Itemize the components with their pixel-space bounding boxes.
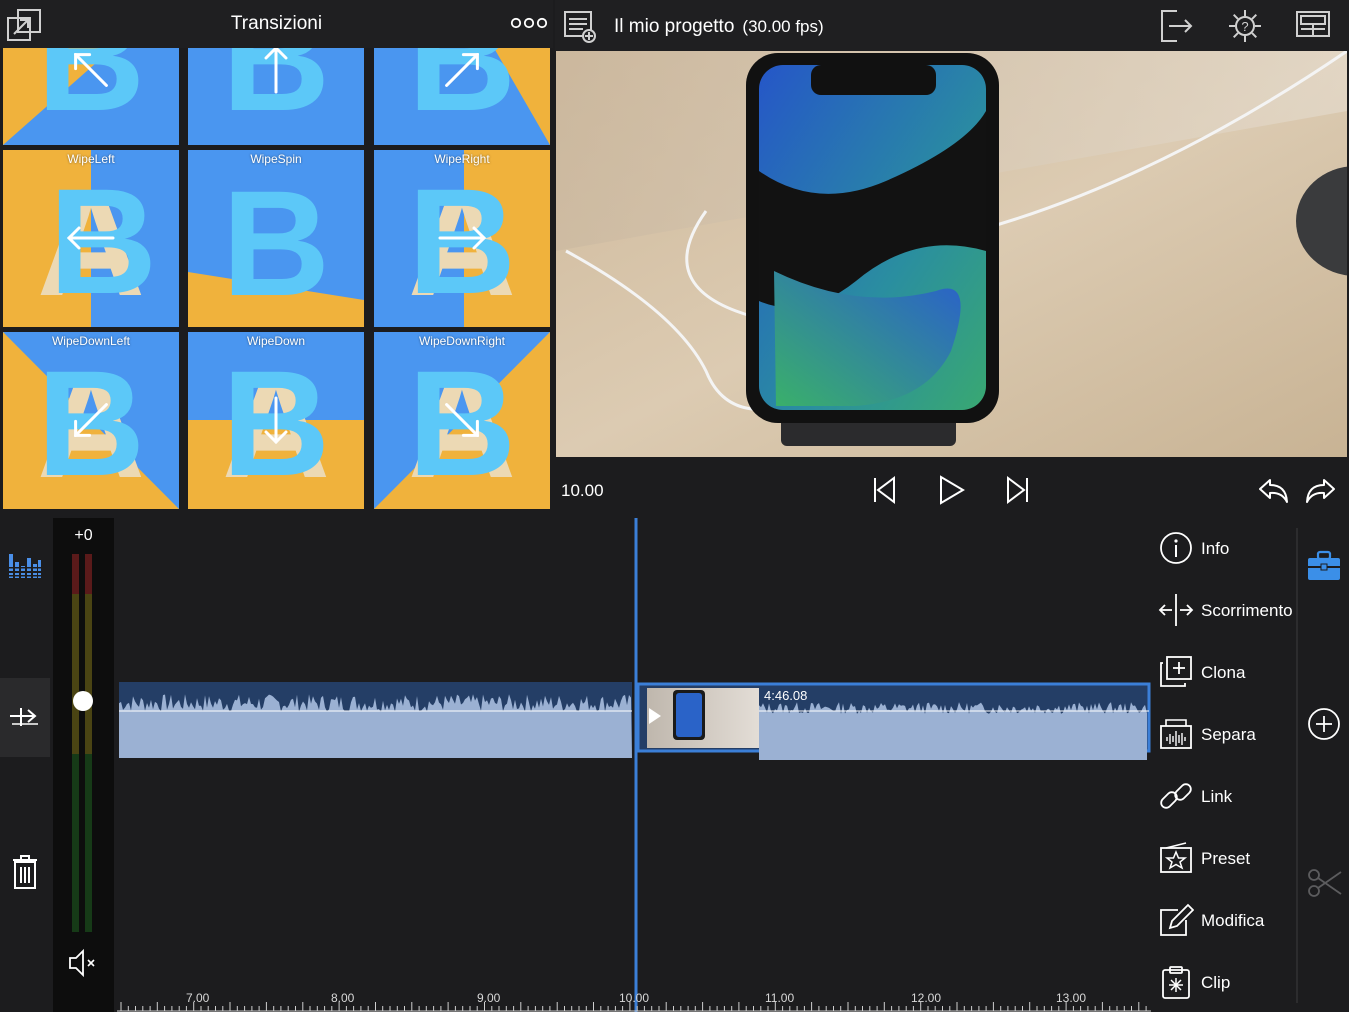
tool-link-label: Link xyxy=(1201,787,1233,806)
transitions-panel: Transizioni B B B AB WipeLeft B WipeSpin A B… xyxy=(0,0,553,512)
tool-split-button[interactable]: Separa xyxy=(1158,714,1300,754)
ruler-label: 8.00 xyxy=(331,991,355,1005)
tool-clone-button[interactable]: Clona xyxy=(1158,652,1300,692)
svg-text:?: ? xyxy=(1241,19,1248,34)
tool-clip-button[interactable]: Clip xyxy=(1158,962,1300,1002)
svg-text:B: B xyxy=(37,48,145,142)
transition-tile-label: WipeSpin xyxy=(250,152,302,166)
transition-tile-wipespin[interactable]: B WipeSpin xyxy=(188,150,364,327)
transition-tile-wipedownright[interactable]: AB WipeDownRight xyxy=(374,332,550,509)
edit-pencil-icon xyxy=(1160,903,1194,936)
slide-icon xyxy=(1158,594,1194,626)
skip-forward-icon[interactable] xyxy=(1004,474,1032,511)
tool-clone-label: Clona xyxy=(1201,663,1246,682)
more-options-icon[interactable] xyxy=(508,12,550,34)
svg-text:B: B xyxy=(408,157,516,325)
clip-duration-label: 4:46.08 xyxy=(764,688,808,703)
tool-info-button[interactable]: Info xyxy=(1158,528,1300,568)
redo-icon[interactable] xyxy=(1304,476,1338,511)
timeline-canvas xyxy=(117,518,1151,1012)
undo-icon[interactable] xyxy=(1256,476,1290,511)
svg-text:B: B xyxy=(408,48,516,142)
volume-meter xyxy=(72,554,92,932)
svg-text:B: B xyxy=(222,159,330,327)
play-icon[interactable] xyxy=(936,474,966,511)
split-icon xyxy=(1160,719,1192,749)
info-icon xyxy=(1160,532,1192,564)
volume-gain-value: +0 xyxy=(74,527,93,544)
clone-icon xyxy=(1160,656,1192,687)
transition-tile-wipeleft[interactable]: AB WipeLeft xyxy=(3,150,179,327)
transition-tile-label: WipeDownRight xyxy=(418,334,506,348)
transition-tile-label: WipeDownLeft xyxy=(51,334,131,348)
transitions-header: Transizioni xyxy=(0,0,553,48)
transition-tile[interactable]: B xyxy=(188,48,364,145)
transition-tile-label: WipeRight xyxy=(434,152,490,166)
transition-tile-wipedown[interactable]: AB WipeDown xyxy=(188,332,364,509)
project-fps: (30.00 fps) xyxy=(742,17,824,36)
mute-speaker-icon[interactable] xyxy=(66,948,100,983)
ruler-label: 12.00 xyxy=(911,991,942,1005)
project-name: Il mio progetto xyxy=(614,16,735,37)
tool-split-label: Separa xyxy=(1201,725,1256,744)
tool-edit-button[interactable]: Modifica xyxy=(1158,900,1300,940)
scissors-icon xyxy=(1307,866,1343,905)
tool-info-label: Info xyxy=(1201,539,1230,558)
tool-slide-label: Scorrimento xyxy=(1201,601,1293,620)
svg-text:B: B xyxy=(408,339,516,507)
transition-tile-wiperight[interactable]: AB WipeRight xyxy=(374,150,550,327)
tool-slide-button[interactable]: Scorrimento xyxy=(1158,590,1300,630)
transition-tile-label: WipeLeft xyxy=(67,152,115,166)
timeline-area[interactable]: 4:46.08 xyxy=(117,518,1151,1012)
ruler-label: 7.00 xyxy=(186,991,210,1005)
ruler-label: 9.00 xyxy=(477,991,501,1005)
preset-star-icon xyxy=(1160,842,1192,873)
ruler-label: 11.00 xyxy=(765,991,795,1005)
ruler-label: 13.00 xyxy=(1056,991,1087,1005)
transition-tile[interactable]: B xyxy=(374,48,550,145)
preview-frame-image xyxy=(556,51,1347,457)
tool-preset-button[interactable]: Preset xyxy=(1158,838,1300,878)
audio-clip-1 xyxy=(119,682,632,758)
skip-back-icon[interactable] xyxy=(870,474,898,511)
project-title: Il mio progetto (30.00 fps) xyxy=(614,16,824,38)
add-icon[interactable] xyxy=(1307,707,1341,746)
settings-gear-icon[interactable]: ? xyxy=(1227,8,1263,49)
tool-link-button[interactable]: Link xyxy=(1158,776,1300,816)
volume-meter-panel xyxy=(53,518,114,1012)
project-list-icon[interactable] xyxy=(563,10,597,49)
transition-tile-wipedownleft[interactable]: AB WipeDownLeft xyxy=(3,332,179,509)
link-icon xyxy=(1160,783,1192,809)
clipboard-icon xyxy=(1162,966,1190,999)
video-preview[interactable] xyxy=(556,51,1347,457)
transition-tile-label: WipeDown xyxy=(246,334,306,348)
track-move-icon[interactable] xyxy=(8,702,42,735)
layout-icon[interactable] xyxy=(1295,8,1331,45)
timeline-left-rail xyxy=(0,518,50,1012)
toolbox-icon[interactable] xyxy=(1306,550,1342,587)
ruler-label: 10.00 xyxy=(619,991,650,1005)
video-clip-2 xyxy=(636,682,1151,760)
svg-text:B: B xyxy=(37,339,145,507)
trash-icon[interactable] xyxy=(11,854,39,895)
audio-mixer-icon[interactable] xyxy=(8,552,42,585)
svg-text:B: B xyxy=(49,157,157,325)
tool-clip-label: Clip xyxy=(1201,973,1231,992)
timecode-display: 10.00 xyxy=(561,481,604,500)
transition-tile[interactable]: B xyxy=(3,48,179,145)
tool-edit-label: Modifica xyxy=(1201,911,1265,930)
export-icon[interactable] xyxy=(1159,8,1195,49)
transitions-title: Transizioni xyxy=(230,13,323,34)
tool-preset-label: Preset xyxy=(1201,849,1251,868)
